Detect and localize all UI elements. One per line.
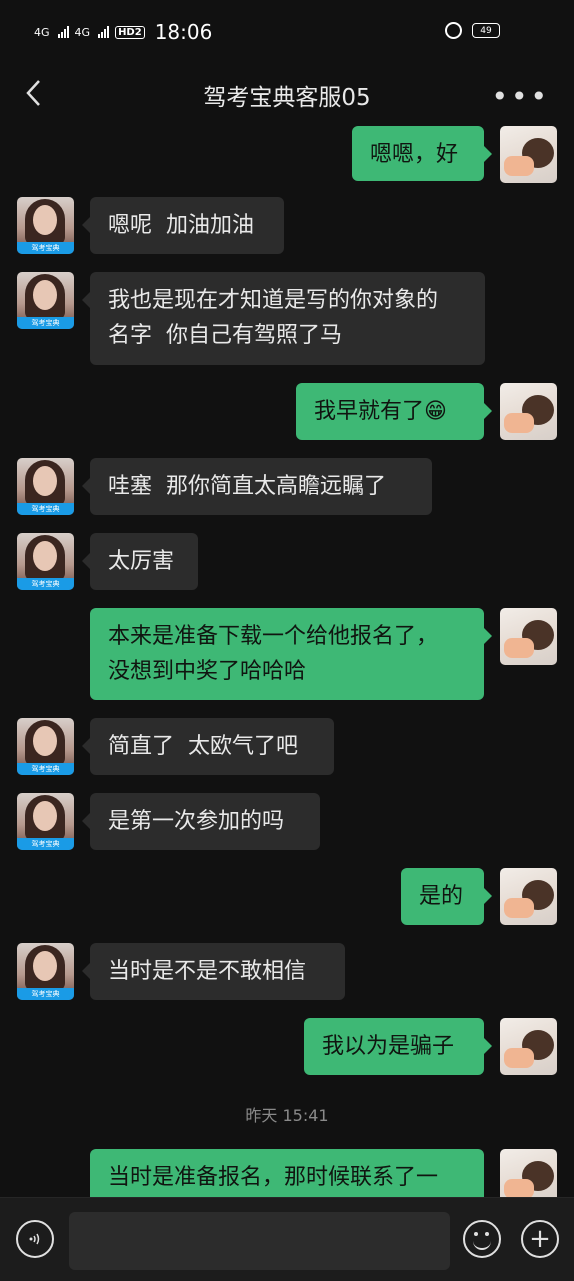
message-bubble-sent[interactable]: 是的 [401, 868, 492, 925]
chat-header: 驾考宝典客服05 ••• [0, 64, 574, 122]
my-avatar[interactable] [500, 383, 557, 440]
message-bubble-received[interactable]: 简直了 太欧气了吧 [82, 718, 334, 775]
status-time: 18:06 [154, 20, 213, 44]
message-bubble-received[interactable]: 嗯呢 加油加油 [82, 197, 284, 254]
message-bubble-received[interactable]: 是第一次参加的吗 [82, 793, 320, 850]
contact-avatar[interactable]: 驾考宝典 [17, 793, 74, 850]
message-bubble-sent[interactable]: 当时是准备报名，那时候联系了一 [90, 1149, 484, 1197]
chat-title: 驾考宝典客服05 [203, 85, 371, 111]
contact-avatar[interactable]: 驾考宝典 [17, 197, 74, 254]
more-options-button[interactable]: ••• [491, 80, 550, 113]
my-avatar[interactable] [500, 868, 557, 925]
hd-voice-icon: HD2 [115, 25, 145, 39]
alarm-icon [445, 22, 462, 39]
message-bubble-sent[interactable]: 我以为是骗子 [304, 1018, 492, 1075]
message-bubble-received[interactable]: 太厉害 [82, 533, 198, 590]
contact-avatar[interactable]: 驾考宝典 [17, 458, 74, 515]
contact-avatar[interactable]: 驾考宝典 [17, 718, 74, 775]
contact-avatar[interactable]: 驾考宝典 [17, 533, 74, 590]
voice-input-button[interactable] [16, 1220, 54, 1258]
network-indicator-2: 4G [74, 25, 91, 39]
network-indicator-1: 4G [34, 25, 50, 39]
message-bubble-sent[interactable]: 嗯嗯，好 [352, 126, 492, 181]
my-avatar[interactable] [500, 126, 557, 183]
my-avatar[interactable] [500, 1018, 557, 1075]
message-bubble-sent[interactable]: 本来是准备下载一个给他报名了， 没想到中奖了哈哈哈 [90, 608, 492, 700]
signal-icon [57, 26, 69, 38]
my-avatar[interactable] [500, 608, 557, 665]
more-actions-button[interactable]: + [521, 1220, 559, 1258]
message-input[interactable] [69, 1212, 450, 1270]
signal-icon [98, 26, 110, 38]
emoji-button[interactable] [463, 1220, 501, 1258]
message-bubble-received[interactable]: 我也是现在才知道是写的你对象的 名字 你自己有驾照了马 [82, 272, 485, 365]
contact-avatar[interactable]: 驾考宝典 [17, 943, 74, 1000]
contact-avatar[interactable]: 驾考宝典 [17, 272, 74, 329]
message-timestamp: 昨天 15:41 [245, 1106, 329, 1125]
battery-icon: 49 [472, 23, 500, 38]
status-bar: 4G 4G HD2 18:06 49 [0, 0, 574, 64]
voice-icon [29, 1233, 40, 1245]
message-bubble-received[interactable]: 当时是不是不敢相信 [82, 943, 345, 1000]
message-bubble-sent[interactable]: 我早就有了😁 [296, 383, 492, 440]
input-bar: + [0, 1197, 574, 1281]
message-bubble-received[interactable]: 哇塞 那你简直太高瞻远瞩了 [82, 458, 432, 515]
